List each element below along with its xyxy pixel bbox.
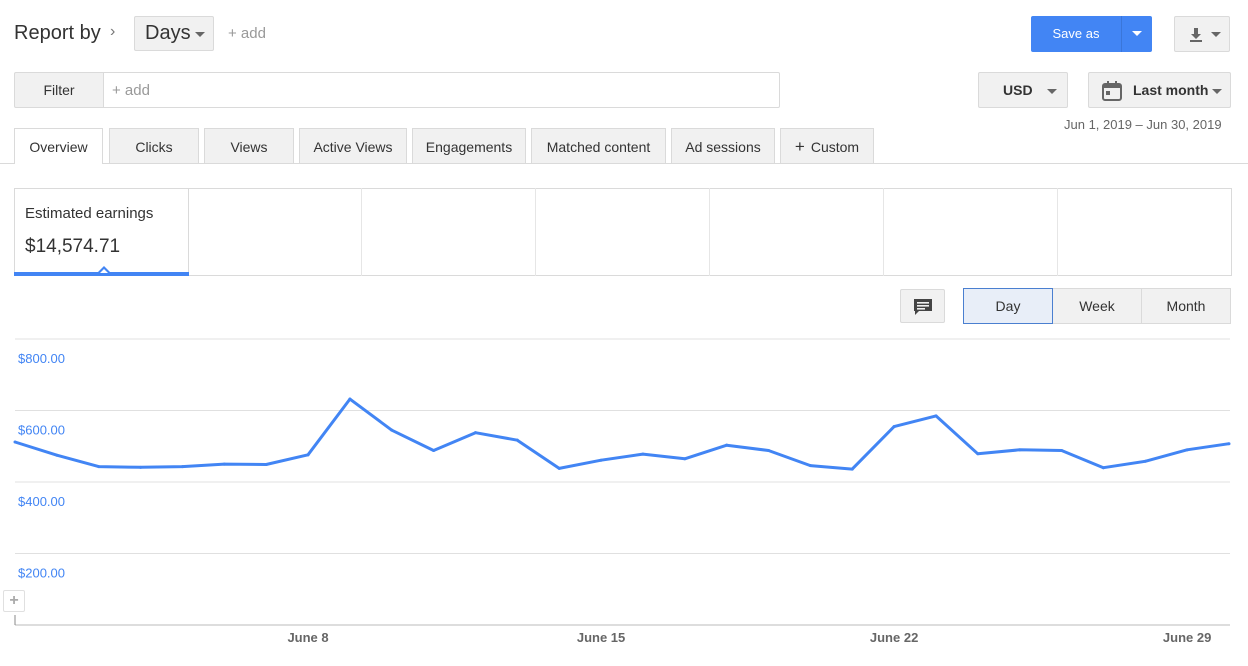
granularity-week-button[interactable]: Week (1052, 288, 1142, 324)
save-as-label: Save as (1052, 26, 1100, 41)
tab-custom[interactable]: + Custom (780, 128, 874, 163)
data-point (850, 467, 854, 471)
data-point (1018, 448, 1022, 452)
y-tick-label: $800.00 (18, 351, 65, 366)
data-point (55, 453, 59, 457)
scorecard-divider (361, 188, 362, 276)
save-as-button[interactable]: Save as (1031, 16, 1152, 52)
data-point (180, 465, 184, 469)
currency-value: USD (1003, 82, 1033, 98)
data-point (934, 414, 938, 418)
tab-ad-sessions[interactable]: Ad sessions (671, 128, 775, 163)
data-point (139, 465, 143, 469)
data-point (1101, 466, 1105, 470)
data-point (599, 458, 603, 462)
earnings-line-chart: $800.00 $600.00 $400.00 $200.00 June 8 June 1… (13, 338, 1231, 645)
plus-icon: + (794, 137, 805, 156)
annotation-button[interactable] (900, 289, 945, 323)
scorecard-divider (709, 188, 710, 276)
data-point (306, 453, 310, 457)
breadcrumb-chevron-icon: › (110, 23, 116, 40)
data-point (264, 462, 268, 466)
tab-matched-content[interactable]: Matched content (531, 128, 666, 163)
date-range-text: Jun 1, 2019 – Jun 30, 2019 (1064, 117, 1222, 132)
dimension-select-value: Days (145, 22, 191, 44)
data-point (432, 449, 436, 453)
dimension-select[interactable]: Days (134, 16, 214, 51)
chevron-down-icon (1211, 32, 1221, 37)
tab-views[interactable]: Views (204, 128, 294, 163)
calendar-icon (1102, 81, 1122, 101)
x-tick-label: June 15 (577, 630, 625, 645)
chevron-down-icon (1212, 89, 1222, 94)
download-icon (1190, 28, 1202, 42)
scorecard-divider (1057, 188, 1058, 276)
chevron-down-icon (195, 32, 205, 37)
download-button[interactable] (1174, 16, 1230, 52)
chevron-down-icon (1132, 31, 1142, 36)
x-tick-label: June 8 (287, 630, 328, 645)
data-point (97, 465, 101, 469)
scorecard-divider (188, 188, 189, 276)
data-point (767, 449, 771, 453)
y-tick-label: $200.00 (18, 566, 65, 581)
data-point (1143, 459, 1147, 463)
data-point (515, 438, 519, 442)
data-point (892, 425, 896, 429)
x-tick-label: June 29 (1163, 630, 1211, 645)
granularity-day-button[interactable]: Day (963, 288, 1053, 324)
tab-active-views[interactable]: Active Views (299, 128, 407, 163)
filter-input[interactable]: + add (103, 72, 780, 108)
data-point (1185, 448, 1189, 452)
save-as-dropdown[interactable] (1121, 16, 1152, 52)
tab-engagements[interactable]: Engagements (412, 128, 526, 163)
scorecard-divider (535, 188, 536, 276)
currency-select[interactable]: USD (978, 72, 1068, 108)
zoom-plus-button[interactable]: + (3, 590, 25, 612)
data-point (808, 464, 812, 468)
earnings-series-line (14, 397, 1230, 471)
x-tick-label: June 22 (870, 630, 918, 645)
data-point (641, 452, 645, 456)
data-point (1227, 442, 1231, 446)
tab-custom-label: Custom (810, 139, 860, 155)
scorecard-value: $14,574.71 (25, 236, 121, 257)
date-range-select[interactable]: Last month (1088, 72, 1231, 108)
tab-overview[interactable]: Overview (14, 128, 103, 164)
tab-clicks[interactable]: Clicks (109, 128, 199, 163)
y-tick-label: $600.00 (18, 423, 65, 438)
data-point (348, 397, 352, 401)
data-point (473, 431, 477, 435)
granularity-month-button[interactable]: Month (1141, 288, 1231, 324)
data-point (13, 440, 17, 444)
data-point (222, 462, 226, 466)
data-point (390, 428, 394, 432)
data-point (1060, 449, 1064, 453)
scorecard-divider (883, 188, 884, 276)
data-point (725, 443, 729, 447)
chevron-down-icon (1047, 89, 1057, 94)
filter-button[interactable]: Filter (14, 72, 104, 108)
scorecard-title[interactable]: Estimated earnings (25, 205, 153, 222)
scorecard-panel (14, 188, 1232, 276)
y-tick-label: $400.00 (18, 494, 65, 509)
add-dimension-link[interactable]: + add (228, 25, 266, 42)
scorecard-selected-notch-inner (100, 269, 108, 273)
data-point (557, 466, 561, 470)
date-range-label: Last month (1133, 82, 1209, 98)
comment-icon (914, 299, 932, 315)
data-point (683, 457, 687, 461)
data-point (976, 452, 980, 456)
report-by-label: Report by (14, 22, 101, 44)
